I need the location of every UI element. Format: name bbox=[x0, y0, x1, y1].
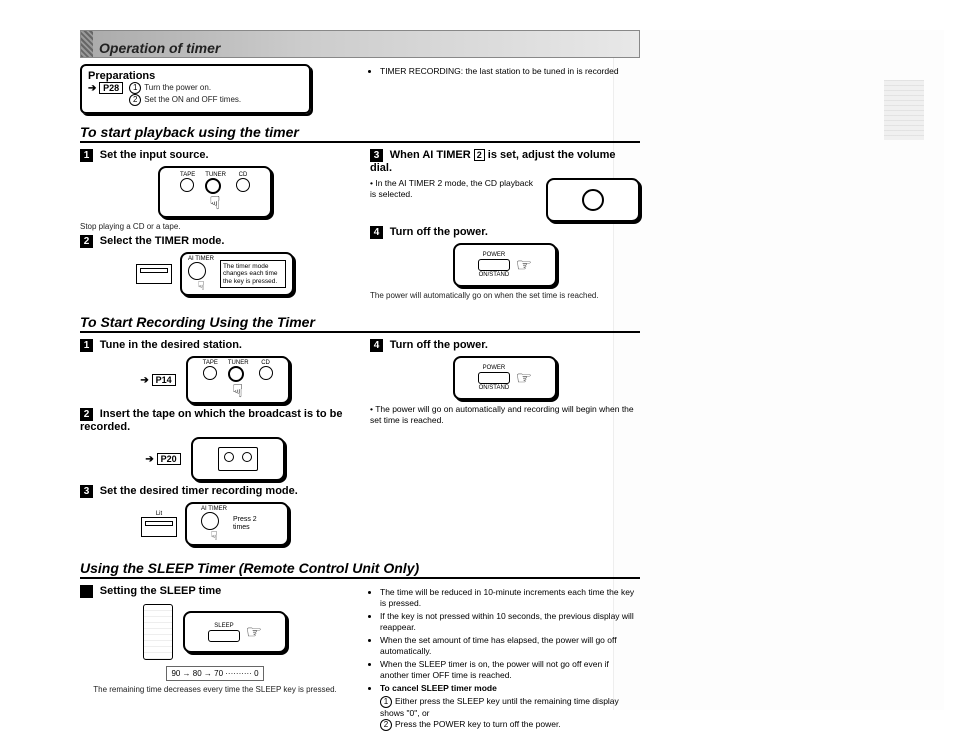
recording-step3-title: Set the desired timer recording mode. bbox=[100, 485, 298, 497]
timer-mode-illustration: AI TIMER ☟ The timer mode changes each t… bbox=[180, 252, 294, 296]
timer-rec-mode-illustration: AI TIMER ☟ Press 2 times bbox=[185, 502, 289, 546]
sleep-cancel-2: Press the POWER key to turn off the powe… bbox=[395, 719, 561, 729]
prep-item-2: Set the ON and OFF times. bbox=[144, 95, 241, 104]
hand-press-icon: ☞ bbox=[516, 256, 532, 274]
sleep-seq-note: The remaining time decreases every time … bbox=[80, 685, 350, 694]
playback-step4-footer: The power will automatically go on when … bbox=[370, 291, 640, 300]
power-off-illustration: POWER ON/STAND ☞ bbox=[453, 243, 557, 287]
step-badge-2: 2 bbox=[80, 408, 93, 421]
recording-step4-footer: The power will go on automatically and r… bbox=[370, 404, 634, 425]
playback-step2-title: Select the TIMER mode. bbox=[100, 235, 225, 247]
section-sleep-heading: Using the SLEEP Timer (Remote Control Un… bbox=[80, 560, 640, 579]
sleep-time-sequence: 90 → 80 → 70 ·········· 0 bbox=[166, 666, 263, 681]
sleep-note-2: If the key is not pressed within 10 seco… bbox=[380, 611, 640, 633]
insert-tape-illustration bbox=[191, 437, 285, 481]
device-display-icon bbox=[136, 264, 172, 284]
page-ref-p28: P28 bbox=[99, 82, 123, 94]
timer-recording-note: TIMER RECORDING: the last station to be … bbox=[380, 66, 640, 77]
recording-step4-title: Turn off the power. bbox=[390, 339, 488, 351]
step-badge-1: 1 bbox=[80, 339, 93, 352]
timer-mode-note: The timer mode changes each time the key… bbox=[220, 260, 286, 287]
step-badge-solid bbox=[80, 585, 93, 598]
facing-page-blank bbox=[613, 30, 944, 710]
recording-step1-title: Tune in the desired station. bbox=[100, 339, 242, 351]
tune-station-illustration: TAPE TUNER CD ☟ bbox=[186, 356, 290, 404]
playback-step-4: 4 Turn off the power. POWER ON/STAND ☞ T… bbox=[370, 226, 640, 300]
hand-press-icon: ☟ bbox=[201, 530, 227, 542]
step-badge-4: 4 bbox=[370, 226, 383, 239]
cancel-marker-1: 1 bbox=[380, 696, 392, 708]
power-off-illustration: POWER ON/STAND ☞ bbox=[453, 356, 557, 400]
playback-step-1: 1 Set the input source. TAPE TUNER CD ☟ … bbox=[80, 149, 350, 231]
playback-step1-note: Stop playing a CD or a tape. bbox=[80, 222, 350, 231]
hand-press-icon: ☟ bbox=[210, 194, 221, 212]
power-button-icon bbox=[478, 259, 510, 271]
header-shade bbox=[81, 31, 93, 57]
step-badge-2: 2 bbox=[80, 235, 93, 248]
section-playback-heading: To start playback using the timer bbox=[80, 124, 640, 143]
remote-control-icon bbox=[143, 604, 173, 660]
step-badge-4: 4 bbox=[370, 339, 383, 352]
arrow-icon: ➔ bbox=[140, 375, 148, 386]
sleep-button-icon bbox=[208, 630, 240, 642]
hand-press-icon: ☟ bbox=[232, 382, 243, 400]
sleep-notes-list: The time will be reduced in 10-minute in… bbox=[370, 587, 640, 694]
arrow-icon: ➔ bbox=[88, 83, 96, 94]
playback-step-2: 2 Select the TIMER mode. AI TIMER ☟ The … bbox=[80, 235, 350, 296]
playback-step-3: 3 When AI TIMER 2 is set, adjust the vol… bbox=[370, 149, 640, 222]
scan-artifact bbox=[884, 80, 924, 140]
volume-dial-illustration bbox=[546, 178, 640, 222]
sleep-step: Setting the SLEEP time SLEEP ☞ 90 → 80 →… bbox=[80, 585, 350, 694]
playback-step4-title: Turn off the power. bbox=[390, 226, 488, 238]
section-recording-heading: To Start Recording Using the Timer bbox=[80, 314, 640, 333]
sleep-note-3: When the set amount of time has elapsed,… bbox=[380, 635, 640, 657]
recording-step-1: 1 Tune in the desired station. ➔ P14 TAP… bbox=[80, 339, 350, 404]
arrow-icon: ➔ bbox=[145, 454, 153, 465]
step-marker-2: 2 bbox=[129, 94, 141, 106]
page-ref-p20: P20 bbox=[157, 453, 181, 465]
step-badge-3: 3 bbox=[370, 149, 383, 162]
manual-page: Operation of timer Preparations ➔ P28 1T… bbox=[80, 30, 640, 731]
step-badge-3: 3 bbox=[80, 485, 93, 498]
step-badge-1: 1 bbox=[80, 149, 93, 162]
press-2-times-note: Press 2 times bbox=[233, 516, 273, 531]
sleep-cancel-title: To cancel SLEEP timer mode bbox=[380, 683, 640, 694]
recording-step2-title: Insert the tape on which the broadcast i… bbox=[80, 408, 342, 433]
hand-press-icon: ☟ bbox=[188, 280, 214, 292]
device-display-icon bbox=[141, 517, 177, 537]
input-source-illustration: TAPE TUNER CD ☟ bbox=[158, 166, 272, 218]
chapter-header: Operation of timer bbox=[80, 30, 640, 58]
preparations-box: Preparations ➔ P28 1Turn the power on. 2… bbox=[80, 64, 311, 114]
volume-dial-icon bbox=[582, 189, 604, 211]
preparations-title: Preparations bbox=[88, 70, 303, 82]
cassette-icon bbox=[218, 447, 258, 471]
page-ref-p14: P14 bbox=[152, 374, 176, 386]
prep-item-1: Turn the power on. bbox=[144, 83, 211, 92]
step-marker-1: 1 bbox=[129, 82, 141, 94]
power-button-icon bbox=[478, 372, 510, 384]
playback-step3-title: When AI TIMER 2 is set, adjust the volum… bbox=[370, 149, 616, 174]
sleep-note-4: When the SLEEP timer is on, the power wi… bbox=[380, 659, 640, 681]
playback-step1-title: Set the input source. bbox=[100, 149, 209, 161]
recording-step-3: 3 Set the desired timer recording mode. … bbox=[80, 485, 350, 546]
chapter-title: Operation of timer bbox=[99, 40, 220, 56]
sleep-button-illustration: SLEEP ☞ bbox=[183, 611, 287, 653]
recording-step-2: 2 Insert the tape on which the broadcast… bbox=[80, 408, 350, 481]
hand-press-icon: ☞ bbox=[246, 623, 262, 641]
playback-step3-note: In the AI TIMER 2 mode, the CD playback … bbox=[370, 178, 533, 199]
sleep-step-title: Setting the SLEEP time bbox=[100, 585, 221, 597]
hand-press-icon: ☞ bbox=[516, 369, 532, 387]
recording-step-4: 4 Turn off the power. POWER ON/STAND ☞ •… bbox=[370, 339, 640, 426]
sleep-cancel-1: Either press the SLEEP key until the rem… bbox=[380, 696, 619, 718]
cancel-marker-2: 2 bbox=[380, 719, 392, 731]
sleep-note-1: The time will be reduced in 10-minute in… bbox=[380, 587, 640, 609]
